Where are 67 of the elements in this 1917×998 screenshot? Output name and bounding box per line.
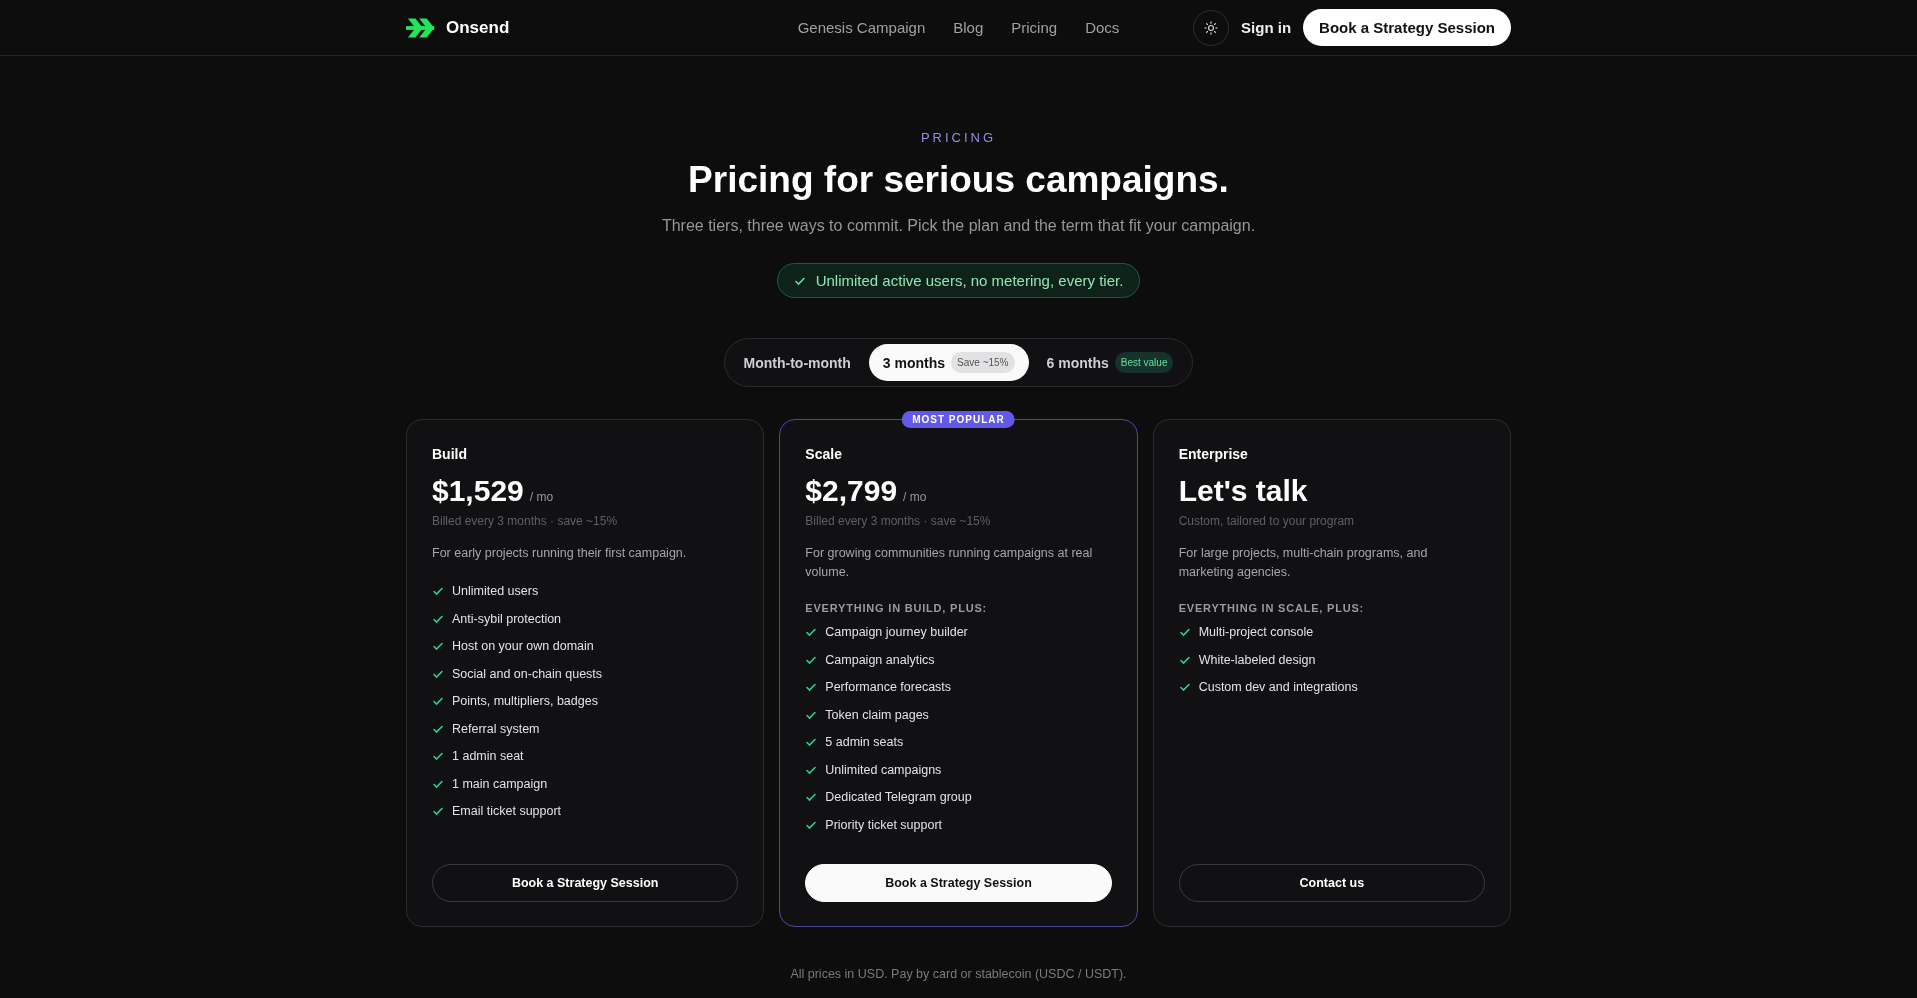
- check-icon: [432, 640, 444, 653]
- feature-text: Unlimited users: [452, 583, 539, 600]
- billing-note: Custom, tailored to your program: [1178, 514, 1356, 528]
- sun-icon: [1204, 20, 1219, 35]
- billing-note: Billed every 3 months · save ~15%: [432, 514, 619, 528]
- term-badge: Best value: [1114, 352, 1174, 373]
- check-icon: [432, 585, 444, 598]
- term-tab[interactable]: 6 months Best value: [1032, 344, 1188, 381]
- plan-name: Enterprise: [1178, 446, 1249, 462]
- brand-name[interactable]: Onsend: [446, 17, 510, 38]
- feature-text: White-labeled design: [1198, 651, 1316, 668]
- notice-text: Unlimited active users, no metering, every tier.: [815, 272, 1124, 289]
- popular-badge: MOST POPULAR: [902, 411, 1015, 428]
- check-icon: [432, 805, 444, 818]
- price-unit: / mo: [903, 490, 927, 504]
- feature-text: Campaign journey builder: [825, 624, 968, 641]
- plan-name: Scale: [805, 446, 843, 462]
- check-icon: [805, 681, 818, 694]
- price-unit: / mo: [529, 490, 554, 504]
- plan-description: For large projects, multi-chain programs, and marketing agencies.: [1178, 545, 1429, 581]
- features-heading: EVERYTHING IN SCALE, PLUS:: [1178, 602, 1366, 614]
- feature-text: Token claim pages: [825, 706, 929, 723]
- page-subtitle: Three tiers, three ways to commit. Pick the plan and the term that fit your campaign.: [661, 217, 1256, 235]
- feature-text: 1 main campaign: [452, 775, 548, 792]
- nav-link[interactable]: Blog: [953, 19, 984, 36]
- feature-text: Performance forecasts: [825, 679, 952, 696]
- term-badge: Save ~15%: [951, 352, 1015, 373]
- nav-link[interactable]: Genesis Campaign: [797, 19, 926, 36]
- feature-text: Referral system: [452, 720, 540, 737]
- footer-note: All prices in USD. Pay by card or stablecoin (USDC / USDT).: [790, 967, 1127, 981]
- check-icon: [805, 626, 818, 639]
- section-eyebrow: PRICING: [920, 130, 997, 145]
- check-icon: [805, 736, 818, 749]
- plan-description: For early projects running their first campaign.: [432, 545, 688, 562]
- check-icon: [1178, 626, 1191, 639]
- check-icon: [432, 695, 444, 708]
- plan-price: $2,799: [805, 474, 898, 508]
- feature-text: Priority ticket support: [825, 816, 943, 833]
- plan-button[interactable]: Book a Strategy Session: [805, 864, 1112, 902]
- term-tab[interactable]: 3 months Save ~15%: [868, 344, 1029, 381]
- sign-in-link[interactable]: Sign in: [1241, 19, 1292, 36]
- feature-text: Host on your own domain: [452, 638, 594, 655]
- check-icon: [805, 791, 818, 804]
- feature-text: Multi-project console: [1198, 624, 1314, 641]
- feature-text: Campaign analytics: [825, 651, 935, 668]
- book-session-button[interactable]: Book a Strategy Session: [1303, 9, 1511, 46]
- feature-text: Dedicated Telegram group: [825, 789, 972, 806]
- feature-text: Email ticket support: [452, 803, 562, 820]
- billing-note: Billed every 3 months · save ~15%: [805, 514, 992, 528]
- plan-name: Build: [432, 446, 468, 462]
- feature-text: Points, multipliers, badges: [452, 693, 598, 710]
- feature-text: 1 admin seat: [452, 748, 524, 765]
- plan-price: Let's talk: [1178, 474, 1308, 508]
- feature-text: 5 admin seats: [825, 734, 904, 751]
- plan-description: For growing communities running campaigns at real volume.: [805, 545, 1094, 581]
- feature-text: Custom dev and integrations: [1198, 679, 1358, 696]
- page-title: Pricing for serious campaigns.: [688, 159, 1229, 201]
- nav-link[interactable]: Docs: [1085, 19, 1120, 36]
- feature-text: Unlimited campaigns: [825, 761, 942, 778]
- feature-text: Anti-sybil protection: [452, 610, 562, 627]
- nav-link[interactable]: Pricing: [1011, 19, 1058, 36]
- check-icon: [432, 750, 444, 763]
- features-heading: EVERYTHING IN BUILD, PLUS:: [805, 602, 989, 614]
- term-tab[interactable]: Month-to-month: [729, 344, 865, 381]
- plan-price: $1,529: [432, 474, 524, 508]
- check-icon: [1178, 681, 1191, 694]
- feature-text: Social and on-chain quests: [452, 665, 603, 682]
